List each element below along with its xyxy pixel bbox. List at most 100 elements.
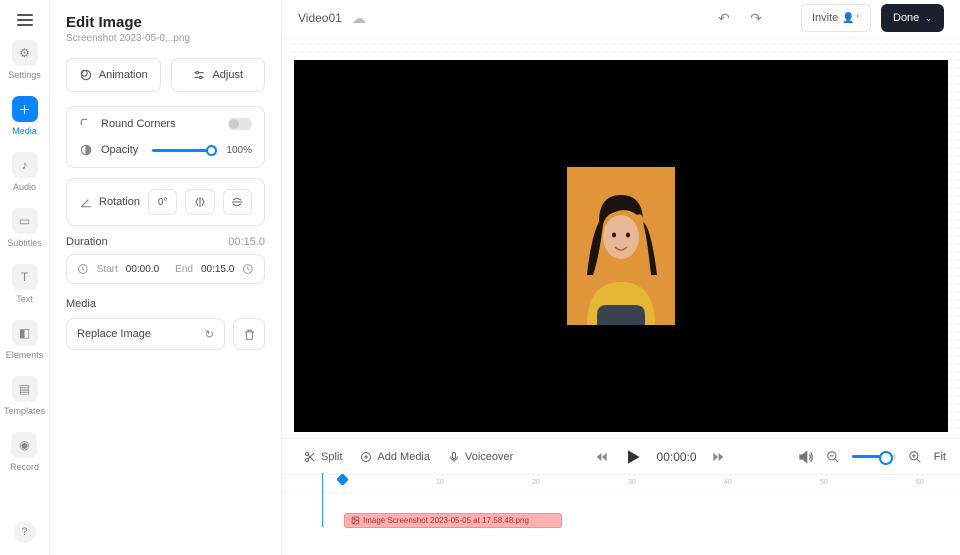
media-row: Replace Image ↻ xyxy=(66,318,265,350)
duration-header: Duration 00:15.0 xyxy=(66,236,265,248)
zoom-in-icon xyxy=(908,450,922,464)
menu-icon[interactable] xyxy=(17,14,33,26)
animation-icon xyxy=(79,68,93,82)
zoom-slider[interactable] xyxy=(852,455,896,458)
next-frame-button[interactable] xyxy=(711,450,725,464)
main-area: Video01 ☁ ↶ ↷ Invite 👤⁺ Done ⌄ xyxy=(282,0,960,555)
undo-button[interactable]: ↶ xyxy=(713,7,735,29)
duration-label: Duration xyxy=(66,236,108,248)
opacity-label: Opacity xyxy=(101,144,138,156)
skip-back-icon xyxy=(595,450,609,464)
chevron-down-icon: ⌄ xyxy=(925,14,932,23)
timeline: Split Add Media Voiceover 00:00:0 xyxy=(282,438,960,555)
video-title[interactable]: Video01 xyxy=(298,11,342,25)
tab-label: Animation xyxy=(99,69,148,81)
replace-image-button[interactable]: Replace Image ↻ xyxy=(66,318,225,350)
timeline-tracks[interactable]: Image Screenshot 2023-05-05 at 17.58.48.… xyxy=(282,493,960,555)
timecode: 00:00:0 xyxy=(657,450,697,464)
image-clip[interactable]: Image Screenshot 2023-05-05 at 17.58.48.… xyxy=(344,513,562,528)
clip-label: Image Screenshot 2023-05-05 at 17.58.48.… xyxy=(363,516,529,525)
scissors-icon xyxy=(304,451,316,463)
flip-v-icon xyxy=(231,196,243,208)
fit-button[interactable]: Fit xyxy=(934,451,946,463)
flip-vertical-button[interactable] xyxy=(223,189,252,215)
image-clip-preview[interactable] xyxy=(567,167,675,325)
top-bar: Video01 ☁ ↶ ↷ Invite 👤⁺ Done ⌄ xyxy=(282,0,960,40)
left-nav: ⚙ Settings ＋ Media ♪ Audio ▭ Subtitles T… xyxy=(0,0,50,555)
tab-animation[interactable]: Animation xyxy=(66,58,161,92)
play-button[interactable] xyxy=(623,447,643,467)
nav-subtitles[interactable]: ▭ Subtitles xyxy=(7,208,42,248)
round-corners-row: Round Corners xyxy=(79,117,252,131)
nav-label: Subtitles xyxy=(7,238,42,248)
opacity-slider[interactable] xyxy=(152,149,212,152)
ruler-mark: 20 xyxy=(532,479,540,486)
nav-record[interactable]: ◉ Record xyxy=(10,432,39,472)
playhead[interactable] xyxy=(336,473,349,486)
end-value[interactable]: 00:15.0 xyxy=(201,264,234,275)
nav-text[interactable]: T Text xyxy=(12,264,38,304)
clock-icon xyxy=(242,263,254,275)
volume-button[interactable] xyxy=(798,449,814,465)
opacity-value: 100% xyxy=(226,145,252,156)
play-icon xyxy=(623,447,643,467)
voiceover-label: Voiceover xyxy=(465,451,513,463)
person-image xyxy=(567,167,675,325)
refresh-icon: ↻ xyxy=(205,328,214,341)
add-media-button[interactable]: Add Media xyxy=(352,451,438,463)
plus-icon: ＋ xyxy=(12,96,38,122)
split-label: Split xyxy=(321,451,342,463)
nav-audio[interactable]: ♪ Audio xyxy=(12,152,38,192)
redo-button[interactable]: ↷ xyxy=(745,7,767,29)
timeline-ruler[interactable]: 10 20 30 40 50 60 70 80 90 xyxy=(282,475,960,493)
user-plus-icon: 👤⁺ xyxy=(842,13,860,24)
flip-h-icon xyxy=(194,196,206,208)
gear-icon: ⚙ xyxy=(12,40,38,66)
angle-icon xyxy=(79,195,93,209)
cloud-icon[interactable]: ☁ xyxy=(352,10,366,27)
ruler-mark: 30 xyxy=(628,479,636,486)
done-button[interactable]: Done ⌄ xyxy=(881,4,944,32)
nav-settings[interactable]: ⚙ Settings xyxy=(8,40,41,80)
adjust-icon xyxy=(192,68,206,82)
subtitles-icon: ▭ xyxy=(12,208,38,234)
volume-icon xyxy=(798,449,814,465)
tab-label: Adjust xyxy=(212,69,243,81)
timeline-toolbar: Split Add Media Voiceover 00:00:0 xyxy=(282,439,960,475)
panel-subtitle: Screenshot 2023-05-0...png xyxy=(66,33,265,44)
zoom-out-button[interactable] xyxy=(826,450,840,464)
nav-elements[interactable]: ◧ Elements xyxy=(6,320,44,360)
help-button[interactable]: ? xyxy=(14,521,36,543)
templates-icon: ▤ xyxy=(12,376,38,402)
ruler-mark: 60 xyxy=(916,479,924,486)
flip-horizontal-button[interactable] xyxy=(185,189,214,215)
delete-button[interactable] xyxy=(233,318,265,350)
prev-frame-button[interactable] xyxy=(595,450,609,464)
nav-label: Text xyxy=(16,294,33,304)
nav-templates[interactable]: ▤ Templates xyxy=(4,376,45,416)
image-icon xyxy=(351,516,360,525)
zoom-in-button[interactable] xyxy=(908,450,922,464)
tab-adjust[interactable]: Adjust xyxy=(171,58,266,92)
duration-total: 00:15.0 xyxy=(228,236,265,248)
round-corners-toggle[interactable] xyxy=(228,118,252,130)
invite-button[interactable]: Invite 👤⁺ xyxy=(801,4,871,32)
corners-opacity-card: Round Corners Opacity 100% xyxy=(66,106,265,168)
rotation-label: Rotation xyxy=(99,196,140,208)
video-canvas[interactable] xyxy=(294,60,948,432)
split-button[interactable]: Split xyxy=(296,451,350,463)
edit-panel: Edit Image Screenshot 2023-05-0...png An… xyxy=(50,0,282,555)
rotation-value-input[interactable]: 0° xyxy=(148,189,177,215)
nav-label: Media xyxy=(12,126,37,136)
ruler-mark: 50 xyxy=(820,479,828,486)
nav-label: Settings xyxy=(8,70,41,80)
round-corners-label: Round Corners xyxy=(101,118,176,130)
nav-media[interactable]: ＋ Media xyxy=(12,96,38,136)
nav-label: Templates xyxy=(4,406,45,416)
text-icon: T xyxy=(12,264,38,290)
start-value[interactable]: 00:00.0 xyxy=(126,264,159,275)
nav-label: Elements xyxy=(6,350,44,360)
voiceover-button[interactable]: Voiceover xyxy=(440,451,521,463)
invite-label: Invite xyxy=(812,12,838,24)
opacity-icon xyxy=(79,143,93,157)
